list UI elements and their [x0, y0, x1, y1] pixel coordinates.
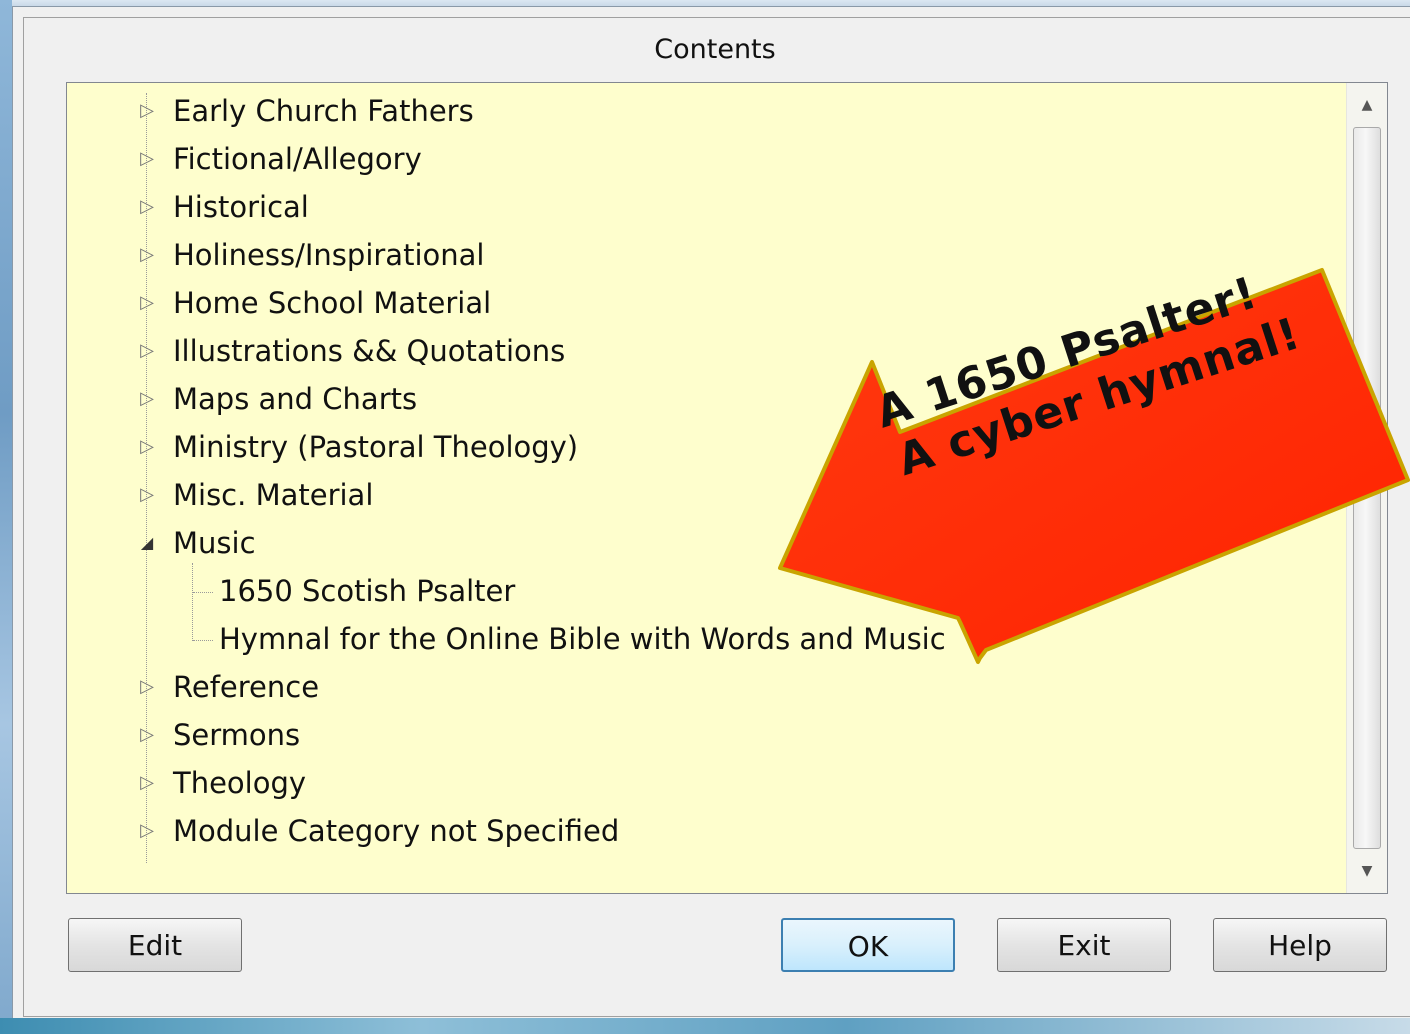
- triangle-right-icon[interactable]: ▷: [139, 281, 155, 325]
- tree-item-label: Historical: [173, 190, 309, 224]
- triangle-right-icon[interactable]: ▷: [139, 377, 155, 421]
- window-frame-left: [0, 0, 12, 1034]
- tree-item-label: Sermons: [173, 718, 301, 752]
- grip-icon: [1361, 492, 1373, 494]
- ok-button[interactable]: OK: [781, 918, 955, 972]
- triangle-right-icon[interactable]: ▷: [139, 233, 155, 277]
- tree-item-label: Reference: [173, 670, 320, 704]
- grip-icon: [1361, 486, 1373, 488]
- tree-connector-leaf-2: [193, 640, 213, 641]
- triangle-right-icon[interactable]: ▷: [139, 809, 155, 853]
- vertical-scrollbar[interactable]: ▲ ▼: [1346, 83, 1387, 893]
- triangle-right-icon[interactable]: ▷: [139, 713, 155, 757]
- edit-button[interactable]: Edit: [68, 918, 242, 972]
- triangle-right-icon[interactable]: ▷: [139, 185, 155, 229]
- tree-item-label: Home School Material: [173, 286, 492, 320]
- tree-connector-music: [192, 563, 193, 641]
- scrollbar-thumb[interactable]: [1353, 127, 1381, 849]
- triangle-right-icon[interactable]: ▷: [139, 329, 155, 373]
- help-button[interactable]: Help: [1213, 918, 1387, 972]
- exit-button[interactable]: Exit: [997, 918, 1171, 972]
- tree-item-label: Maps and Charts: [173, 382, 418, 416]
- window-frame-bottom: [0, 1018, 1410, 1034]
- triangle-right-icon[interactable]: ▷: [139, 473, 155, 517]
- tree-item-label: Fictional/Allegory: [173, 142, 422, 176]
- arrow-down-icon[interactable]: ▼: [1347, 849, 1387, 893]
- tree-connector-leaf-1: [193, 592, 213, 593]
- tree-item-label: Module Category not Specified: [173, 814, 620, 848]
- triangle-down-icon[interactable]: ◢: [139, 521, 155, 565]
- tree-item-label: 1650 Scotish Psalter: [219, 574, 516, 608]
- tree-item-label: Hymnal for the Online Bible with Words a…: [219, 622, 946, 656]
- tree-item-label: Misc. Material: [173, 478, 374, 512]
- tree-view[interactable]: ▷ Early Church Fathers ▷ Fictional/Alleg…: [66, 82, 1388, 894]
- tree-item-label: Early Church Fathers: [173, 94, 474, 128]
- tree-item-label: Music: [173, 526, 256, 560]
- tree-items: ▷ Early Church Fathers ▷ Fictional/Alleg…: [67, 83, 1347, 893]
- triangle-right-icon[interactable]: ▷: [139, 137, 155, 181]
- tree-item-label: Holiness/Inspirational: [173, 238, 485, 272]
- tree-item-label: Ministry (Pastoral Theology): [173, 430, 579, 464]
- grip-icon: [1361, 480, 1373, 482]
- tree-item-label: Illustrations && Quotations: [173, 334, 566, 368]
- arrow-up-icon[interactable]: ▲: [1347, 83, 1387, 127]
- triangle-right-icon[interactable]: ▷: [139, 89, 155, 133]
- triangle-right-icon[interactable]: ▷: [139, 761, 155, 805]
- triangle-right-icon[interactable]: ▷: [139, 425, 155, 469]
- triangle-right-icon[interactable]: ▷: [139, 665, 155, 709]
- dialog-title: Contents: [654, 34, 776, 65]
- tree-item-label: Theology: [173, 766, 307, 800]
